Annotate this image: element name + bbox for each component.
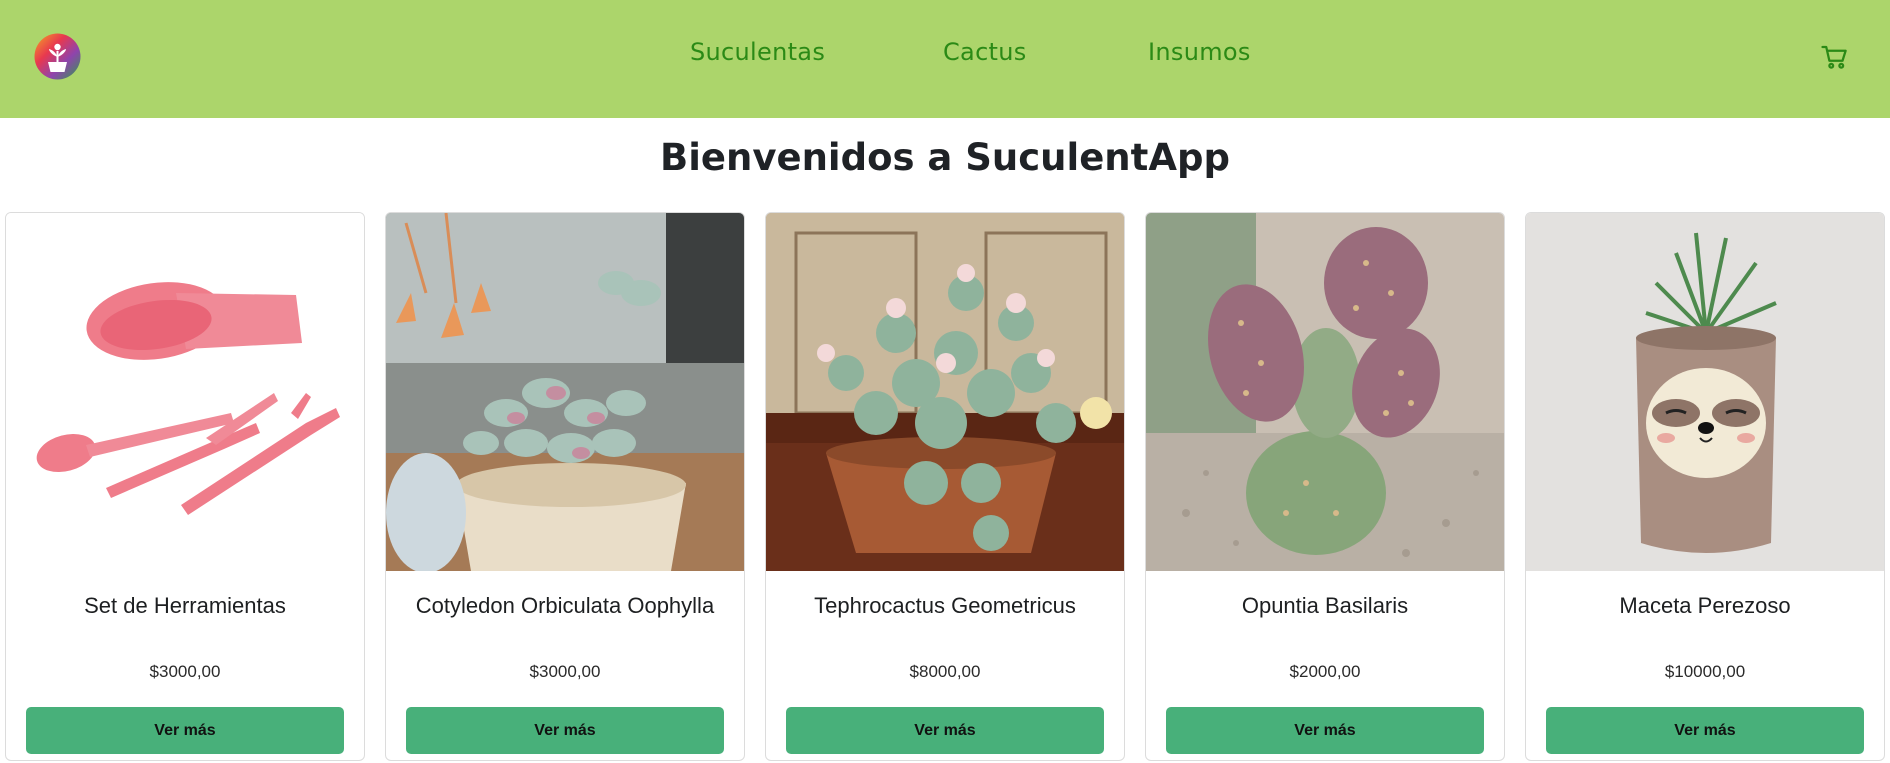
nav-links: Suculentas Cactus Insumos	[0, 0, 1890, 118]
navbar: Suculentas Cactus Insumos	[0, 0, 1890, 118]
nav-link-cactus[interactable]: Cactus	[943, 38, 1027, 66]
shopping-cart-icon[interactable]	[1820, 42, 1850, 72]
product-card[interactable]: Maceta Perezoso $10000,00 Ver más	[1525, 212, 1885, 761]
product-name: Opuntia Basilaris	[1241, 593, 1409, 618]
product-card[interactable]: Opuntia Basilaris $2000,00 Ver más	[1145, 212, 1505, 761]
product-price: $8000,00	[909, 662, 981, 681]
garden-tools-image[interactable]	[6, 213, 364, 571]
sloth-pot-image[interactable]	[1526, 213, 1884, 571]
nav-link-insumos[interactable]: Insumos	[1148, 38, 1251, 66]
product-card[interactable]: Cotyledon Orbiculata Oophylla $3000,00 V…	[385, 212, 745, 761]
product-price: $10000,00	[1664, 662, 1746, 681]
opuntia-image[interactable]	[1146, 213, 1504, 571]
nav-link-suculentas[interactable]: Suculentas	[690, 38, 825, 66]
product-name: Cotyledon Orbiculata Oophylla	[415, 593, 715, 618]
product-name: Tephrocactus Geometricus	[814, 593, 1076, 618]
product-card[interactable]: Set de Herramientas $3000,00 Ver más	[5, 212, 365, 761]
succulent-pot-image[interactable]	[386, 213, 744, 571]
product-price: $3000,00	[149, 662, 221, 681]
ver-mas-button[interactable]: Ver más	[1166, 707, 1484, 754]
product-name: Maceta Perezoso	[1619, 593, 1791, 618]
ver-mas-button[interactable]: Ver más	[26, 707, 344, 754]
product-price: $3000,00	[529, 662, 601, 681]
product-name: Set de Herramientas	[84, 593, 286, 618]
ver-mas-button[interactable]: Ver más	[1546, 707, 1864, 754]
ver-mas-button[interactable]: Ver más	[406, 707, 724, 754]
cactus-pot-image[interactable]	[766, 213, 1124, 571]
product-price: $2000,00	[1289, 662, 1361, 681]
product-grid: Set de Herramientas $3000,00 Ver más Cot…	[5, 212, 1885, 762]
product-card[interactable]: Tephrocactus Geometricus $8000,00 Ver má…	[765, 212, 1125, 761]
page-title: Bienvenidos a SuculentApp	[660, 136, 1230, 179]
ver-mas-button[interactable]: Ver más	[786, 707, 1104, 754]
